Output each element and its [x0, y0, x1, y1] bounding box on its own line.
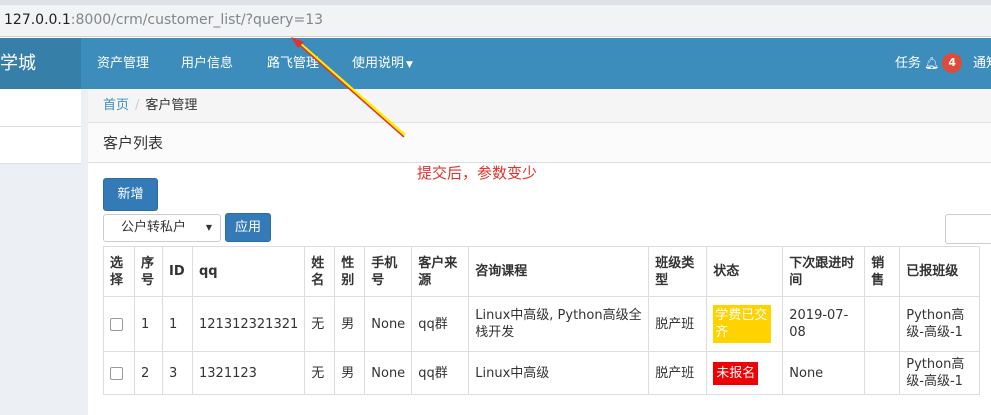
notice-menu[interactable]: 通知: [973, 38, 991, 89]
nav-item-user-info[interactable]: 用户信息: [181, 38, 233, 89]
customer-table: 选择 序号 ID qq 姓名 性别 手机号 客户来源 咨询课程 班级类型 状态 …: [103, 246, 981, 395]
col-header-status: 状态: [706, 246, 784, 297]
cell-enrolled: Python高级-高级-1: [899, 351, 981, 395]
sidebar-item[interactable]: [0, 89, 81, 127]
brand-text: 学城: [0, 53, 36, 74]
col-header-class-type: 班级类型: [648, 246, 708, 297]
cell-class-type: 脱产班: [648, 296, 708, 352]
status-badge: 未报名: [713, 361, 759, 385]
cell-qq: 121312321321: [191, 296, 306, 352]
sidebar-gutter: [81, 89, 88, 415]
nav-item-assets[interactable]: 资产管理: [97, 38, 149, 89]
bell-icon: 🔔︎: [924, 56, 940, 70]
notice-label: 通知: [973, 56, 991, 71]
cell-phone: None: [364, 296, 413, 352]
col-header-name: 姓名: [304, 246, 336, 297]
cell-course: Linux中高级, Python高级全栈开发: [468, 296, 650, 352]
sidebar: [0, 89, 81, 415]
address-bar[interactable]: 127.0.0.1:8000/crm/customer_list/?query=…: [0, 5, 991, 37]
col-header-gender: 性别: [334, 246, 366, 297]
cell-next-followup: None: [782, 351, 866, 395]
col-header-id: ID: [162, 246, 193, 297]
cell-name: 无: [304, 296, 336, 352]
action-select[interactable]: 公户转私户 ▼: [103, 214, 221, 242]
cell-index: 2: [134, 351, 163, 395]
col-header-course: 咨询课程: [468, 246, 650, 297]
cell-qq: 1321123: [191, 351, 306, 395]
table-row: 1 1 121312321321 无 男 None qq群 Linux中高级, …: [103, 296, 981, 352]
row-checkbox-cell: [103, 351, 135, 395]
tasks-menu[interactable]: 任务 🔔︎ 4: [895, 38, 963, 89]
col-header-select: 选择: [103, 246, 135, 297]
breadcrumb-current: 客户管理: [145, 98, 198, 113]
cell-gender: 男: [334, 296, 366, 352]
cell-phone: None: [364, 351, 413, 395]
col-header-index: 序号: [134, 246, 163, 297]
cell-name: 无: [304, 351, 336, 395]
brand-logo[interactable]: 学城: [0, 38, 81, 89]
cell-status: 学费已交齐: [706, 296, 784, 352]
table-header-row: 选择 序号 ID qq 姓名 性别 手机号 客户来源 咨询课程 班级类型 状态 …: [103, 246, 981, 297]
col-header-enrolled: 已报班级: [899, 246, 981, 297]
cell-source: qq群: [411, 351, 470, 395]
breadcrumb-home[interactable]: 首页: [103, 98, 129, 113]
action-select-value: 公户转私户: [121, 220, 187, 235]
status-badge: 学费已交齐: [713, 305, 772, 343]
search-input[interactable]: [945, 214, 991, 244]
cell-source: qq群: [411, 296, 470, 352]
breadcrumb: 首页 / 客户管理: [88, 89, 991, 123]
breadcrumb-separator: /: [135, 98, 140, 113]
annotation-text: 提交后，参数变少: [417, 164, 538, 182]
cell-class-type: 脱产班: [648, 351, 708, 395]
caret-down-icon: ▼: [406, 60, 413, 70]
sidebar-item[interactable]: [0, 127, 81, 164]
row-checkbox[interactable]: [110, 317, 123, 331]
tasks-count-badge: 4: [942, 52, 963, 73]
cell-enrolled: Python高级-高级-1: [899, 296, 981, 352]
cell-gender: 男: [334, 351, 366, 395]
col-header-next-followup: 下次跟进时间: [782, 246, 866, 297]
cell-status: 未报名: [706, 351, 784, 395]
nav-item-help-dropdown[interactable]: 使用说明 ▼: [352, 38, 413, 89]
col-header-source: 客户来源: [411, 246, 470, 297]
col-header-sales: 销售: [864, 246, 901, 297]
nav-help-label: 使用说明: [352, 56, 405, 71]
cell-sales: [864, 351, 901, 395]
row-checkbox[interactable]: [110, 366, 123, 380]
cell-course: Linux中高级: [468, 351, 650, 395]
main-content: 首页 / 客户管理 客户列表 新增 公户转私户 ▼ 应用 选择 序号 ID qq 姓名…: [88, 89, 991, 415]
add-button[interactable]: 新增: [103, 178, 158, 211]
select-arrow-icon: ▼: [205, 223, 212, 232]
tasks-label: 任务: [895, 56, 922, 71]
row-checkbox-cell: [103, 296, 135, 352]
panel-title: 客户列表: [88, 123, 991, 163]
url-text[interactable]: 127.0.0.1:8000/crm/customer_list/?query=…: [4, 12, 323, 28]
cell-index: 1: [134, 296, 163, 352]
cell-sales: [864, 296, 901, 352]
url-host: 127.0.0.1: [4, 12, 71, 28]
cell-id: 3: [162, 351, 193, 395]
cell-next-followup: 2019-07-08: [782, 296, 866, 352]
nav-item-luffy[interactable]: 路飞管理: [267, 38, 319, 89]
url-path: :8000/crm/customer_list/?query=13: [70, 12, 324, 28]
top-navbar: 学城 资产管理 用户信息 路飞管理 使用说明▼ 任务🔔︎4 通知: [0, 38, 991, 89]
col-header-qq: qq: [191, 246, 306, 297]
cell-id: 1: [162, 296, 193, 352]
apply-button[interactable]: 应用: [225, 213, 271, 242]
table-row: 2 3 1321123 无 男 None qq群 Linux中高级 脱产班 未报…: [103, 351, 981, 395]
col-header-phone: 手机号: [364, 246, 413, 297]
